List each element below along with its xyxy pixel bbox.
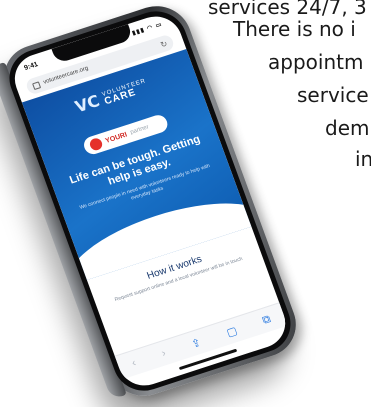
location-pin-icon (88, 136, 104, 152)
logo-text: VOLUNTEER CARE (101, 77, 150, 107)
browser-toolbar: ‹ › ⇪ ▢ ⧉ (114, 302, 288, 380)
partner-name: YOURI (104, 131, 129, 145)
phone-mockup: 9:41 ▮▮▮ ◠ ▭ volunteercare.org ↻ VC VOLU… (0, 0, 306, 405)
article-line: in (355, 147, 371, 171)
lock-icon (31, 80, 41, 90)
forward-icon[interactable]: › (160, 347, 168, 359)
article-line: services 24/7, 3 (208, 0, 367, 19)
back-icon[interactable]: ‹ (130, 357, 138, 369)
article-line: dem (325, 116, 370, 140)
article-line: There is no i (233, 17, 356, 41)
article-line: service (297, 83, 369, 107)
status-time: 9:41 (23, 60, 39, 72)
partner-sub: partner (129, 124, 150, 136)
logo-mark-icon: VC (72, 91, 103, 117)
site-logo[interactable]: VC VOLUNTEER CARE (72, 75, 150, 117)
article-line: appointm (268, 50, 364, 74)
share-icon[interactable]: ⇪ (189, 335, 203, 350)
bookmarks-icon[interactable]: ▢ (224, 324, 239, 339)
tabs-icon[interactable]: ⧉ (261, 313, 273, 328)
signal-battery-icon: ▮▮▮ ◠ ▭ (131, 21, 164, 37)
reload-icon[interactable]: ↻ (159, 39, 168, 49)
